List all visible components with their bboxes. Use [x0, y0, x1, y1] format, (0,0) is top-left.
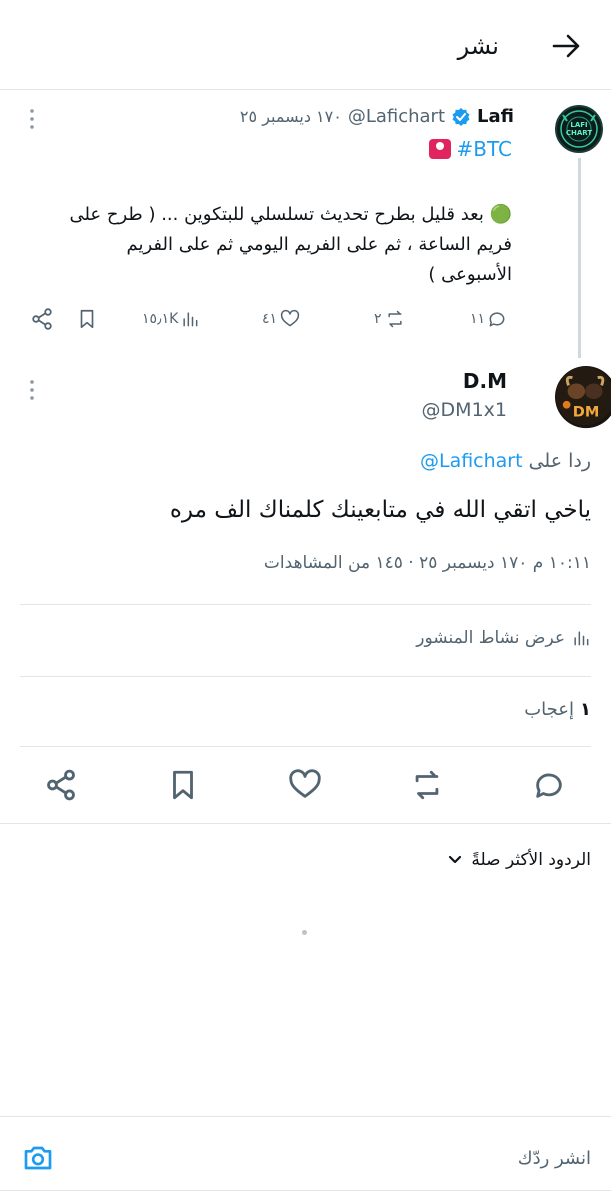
share-icon [32, 308, 52, 330]
divider [20, 746, 591, 747]
bookmark-button[interactable] [166, 768, 200, 802]
share-icon [47, 769, 75, 801]
parent-handle[interactable]: @Lafichart [348, 104, 445, 130]
reply-more-options-icon[interactable] [27, 379, 37, 401]
parent-author-line: Lafi @Lafichart ١٧٠ ديسمبر ٢٥ [240, 104, 514, 130]
parent-avatar-label: LAFI CHART [565, 121, 593, 137]
replying-to-label: ردا على [528, 450, 591, 472]
parent-avatar[interactable]: LAFI CHART [555, 105, 603, 153]
analytics-icon [574, 631, 589, 646]
post-activity-link[interactable]: عرض نشاط المنشور [416, 624, 591, 652]
reply-handle[interactable]: @DM1x1 [422, 396, 507, 424]
replying-to-line: ردا على @Lafichart [420, 447, 591, 475]
reply-button[interactable] [532, 768, 566, 802]
header-divider [0, 89, 611, 90]
likes-summary[interactable]: ١ إعجاب [524, 696, 591, 724]
parent-date[interactable]: ١٧٠ ديسمبر ٢٥ [240, 104, 342, 130]
siren-icon [428, 139, 451, 159]
parent-display-name[interactable]: Lafi [477, 104, 514, 130]
views-icon [183, 312, 198, 327]
parent-share-button[interactable] [30, 307, 54, 331]
reply-icon [536, 773, 562, 798]
reply-avatar-label: DM [572, 402, 600, 421]
bookmark-icon [173, 770, 193, 800]
parent-reply-button[interactable]: ١١ [470, 306, 507, 332]
composer-divider [0, 1116, 611, 1117]
post-activity-label: عرض نشاط المنشور [416, 628, 565, 648]
divider [20, 676, 591, 677]
reply-composer-input[interactable]: انشر ردّك [518, 1145, 591, 1173]
parent-text-line: 🟢 بعد قليل بطرح تحديث تسلسلي للبتكوين ..… [69, 204, 512, 225]
like-button[interactable] [288, 768, 322, 802]
parent-like-button[interactable]: ٤١ [262, 306, 301, 332]
replies-sort-label: الردود الأكثر صلةً [471, 850, 591, 870]
repost-icon [415, 770, 439, 800]
hashtag-line: #BTC [428, 135, 513, 163]
heart-icon [280, 309, 300, 327]
parent-views-button[interactable]: ١٥٫١K [142, 306, 200, 332]
thread-line [578, 158, 581, 358]
parent-text-line: فريم الساعة ، ثم على الفريم اليومي ثم عل… [126, 234, 512, 255]
reply-display-name[interactable]: D.M [463, 367, 507, 395]
reply-icon [489, 312, 505, 327]
divider [0, 823, 611, 824]
reply-meta[interactable]: ١٠:١١ م ١٧٠ ديسمبر ٢٥ · ١٤٥ من المشاهدات [264, 550, 591, 576]
arrow-right-icon [552, 34, 580, 58]
parent-repost-count: ٢ [374, 311, 382, 327]
parent-views-count: ١٥٫١K [142, 311, 179, 327]
repost-button[interactable] [410, 768, 444, 802]
likes-count: ١ [580, 699, 591, 720]
heart-icon [289, 769, 321, 798]
share-button[interactable] [44, 768, 78, 802]
loading-indicator [302, 930, 307, 935]
parent-bookmark-button[interactable] [76, 307, 98, 331]
repost-icon [387, 310, 402, 328]
chevron-down-icon [449, 855, 462, 864]
replies-sort-dropdown[interactable]: الردود الأكثر صلةً [447, 846, 591, 874]
bottom-divider [0, 1190, 611, 1191]
parent-text-line: الأسبوعى ) [428, 264, 512, 285]
parent-tweet-text: 🟢 بعد قليل بطرح تحديث تسلسلي للبتكوين ..… [24, 200, 512, 290]
replying-to-handle[interactable]: @Lafichart [420, 447, 523, 475]
parent-repost-button[interactable]: ٢ [374, 306, 406, 332]
camera-icon [24, 1146, 52, 1170]
verified-badge-icon [452, 108, 470, 126]
reply-tweet-text: ياخي اتقي الله في متابعينك كلمناك الف مر… [169, 497, 591, 523]
more-options-icon[interactable] [27, 108, 37, 130]
likes-label: إعجاب [524, 699, 574, 720]
reply-avatar[interactable]: DM [555, 366, 611, 429]
back-button[interactable] [548, 28, 584, 64]
parent-like-count: ٤١ [262, 311, 278, 327]
parent-reply-count: ١١ [470, 311, 486, 327]
page-title: نشر [457, 32, 499, 60]
divider [20, 604, 591, 605]
hashtag-btc[interactable]: #BTC [457, 135, 513, 163]
camera-button[interactable] [22, 1142, 54, 1174]
bookmark-icon [80, 309, 94, 329]
